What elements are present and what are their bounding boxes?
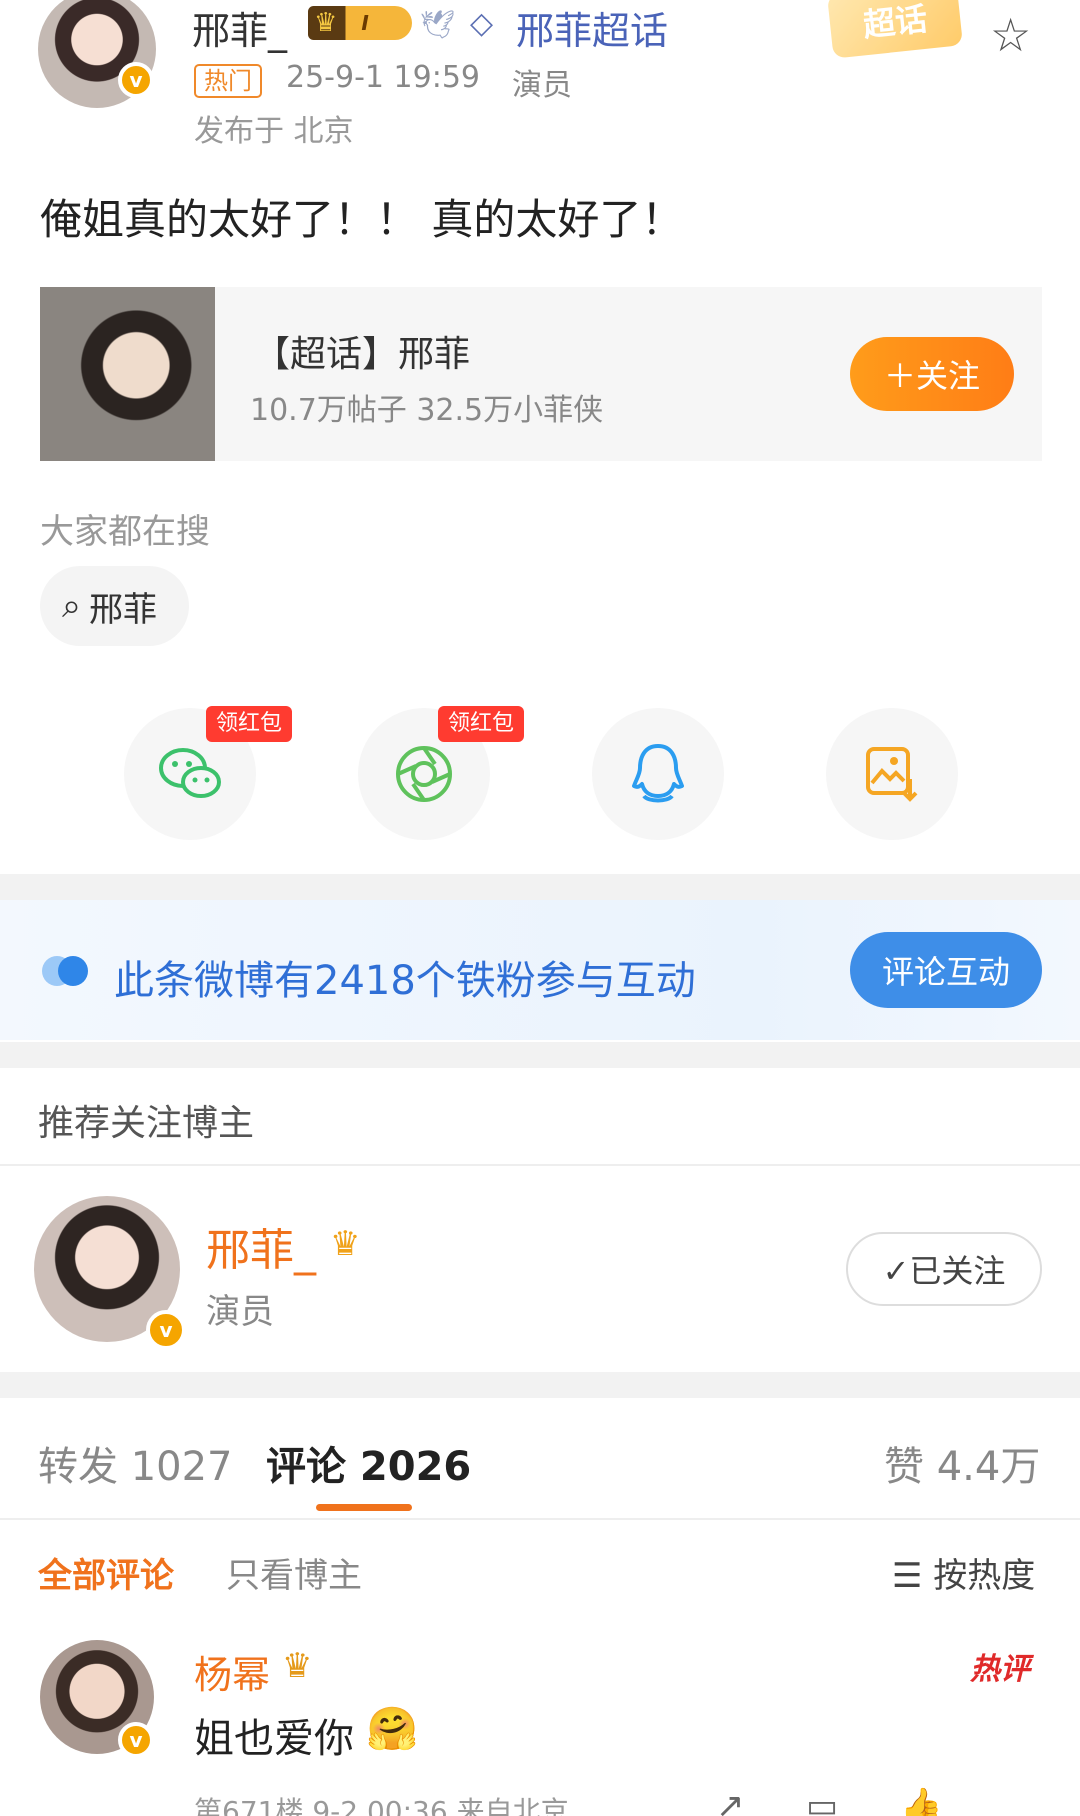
post-text: 俺姐真的太好了！！ 真的太好了！ <box>40 195 684 244</box>
super-topic-stats: 10.7万帖子 32.5万小菲侠 <box>250 393 604 428</box>
reply-icon[interactable]: ▭ <box>806 1786 838 1816</box>
comment-text: 姐也爱你 <box>194 1716 354 1762</box>
sort-icon: ☰ <box>892 1556 923 1596</box>
share-icon[interactable]: ↗ <box>716 1786 745 1816</box>
active-tab-indicator <box>316 1504 412 1511</box>
sort-label: 按热度 <box>933 1556 1036 1596</box>
level-text: I <box>361 11 369 35</box>
qq-icon <box>632 744 684 803</box>
super-topic-title: 【超话】邢菲 <box>254 334 471 375</box>
filter-all-comments[interactable]: 全部评论 <box>38 1548 174 1597</box>
search-chip-text: 邢菲 <box>89 589 158 630</box>
iron-fans-banner: 此条微博有2418个铁粉参与互动 评论互动 <box>0 900 1080 1040</box>
followed-button[interactable]: ✓已关注 <box>846 1232 1042 1306</box>
filter-blogger-only[interactable]: 只看博主 <box>226 1548 362 1597</box>
fan-badge-icon: ♛ <box>282 1646 313 1686</box>
super-topic-card[interactable]: 【超话】邢菲 10.7万帖子 32.5万小菲侠 ＋关注 <box>40 287 1042 461</box>
comment-meta: 第671楼 9-2 00:36 来自北京 <box>194 1795 569 1816</box>
diamond-icon: ◇ <box>470 6 494 41</box>
section-divider <box>0 1372 1080 1398</box>
wechat-icon <box>159 748 221 798</box>
tab-likes[interactable]: 赞 4.4万 <box>884 1434 1040 1492</box>
search-icon: ⌕ <box>62 586 82 626</box>
recommended-name[interactable]: 邢菲_ <box>206 1214 316 1278</box>
trending-search-label: 大家都在搜 <box>40 512 210 552</box>
author-role: 演员 <box>512 68 572 103</box>
tab-repost[interactable]: 转发 1027 <box>38 1434 233 1492</box>
divider <box>0 1164 1080 1166</box>
search-chip[interactable]: ⌕ 邢菲 <box>40 566 190 646</box>
bird-icon: 🕊 <box>420 8 456 41</box>
comment-interact-button[interactable]: 评论互动 <box>850 932 1042 1008</box>
post-time: 25-9-1 19:59 <box>286 60 480 95</box>
verified-badge-icon: v <box>146 1310 186 1350</box>
favorite-star-icon[interactable]: ☆ <box>990 8 1031 62</box>
super-topic-link[interactable]: 邢菲超话 <box>516 0 668 55</box>
hug-emoji: 🤗 <box>366 1704 419 1753</box>
share-qq-button[interactable] <box>592 708 724 840</box>
crown-icon: ♛ <box>330 1224 361 1264</box>
author-name[interactable]: 邢菲_ <box>192 0 287 55</box>
super-topic-thumbnail <box>40 287 215 461</box>
section-divider <box>0 874 1080 900</box>
like-icon[interactable]: 👍 <box>900 1786 942 1816</box>
crown-icon: ♛ <box>314 8 338 38</box>
recommended-role: 演员 <box>206 1292 274 1332</box>
moments-icon <box>396 746 452 802</box>
fans-interact-icon <box>42 956 92 986</box>
hot-tag: 热门 <box>194 64 262 98</box>
commenter-name[interactable]: 杨幂 <box>194 1644 270 1699</box>
divider <box>0 1518 1080 1520</box>
red-packet-badge: 领红包 <box>438 706 525 742</box>
verified-badge-icon: v <box>118 62 154 98</box>
iron-fans-text: 此条微博有2418个铁粉参与互动 <box>114 958 696 1004</box>
red-packet-badge: 领红包 <box>206 706 293 742</box>
chaohua-tag[interactable]: 超话 <box>827 0 963 59</box>
post-location: 发布于 北京 <box>194 114 354 149</box>
save-image-button[interactable] <box>826 708 958 840</box>
hot-comment-label: 热评 <box>970 1652 1030 1687</box>
section-divider <box>0 1042 1080 1068</box>
tab-comments[interactable]: 评论 2026 <box>266 1434 471 1492</box>
member-level-badge[interactable]: ♛ I <box>308 6 412 40</box>
follow-topic-button[interactable]: ＋关注 <box>850 337 1014 411</box>
save-image-icon <box>866 747 918 802</box>
recommend-title: 推荐关注博主 <box>38 1103 255 1144</box>
verified-badge-icon: v <box>118 1722 154 1758</box>
sort-by-hot-button[interactable]: ☰ 按热度 <box>892 1548 1035 1597</box>
